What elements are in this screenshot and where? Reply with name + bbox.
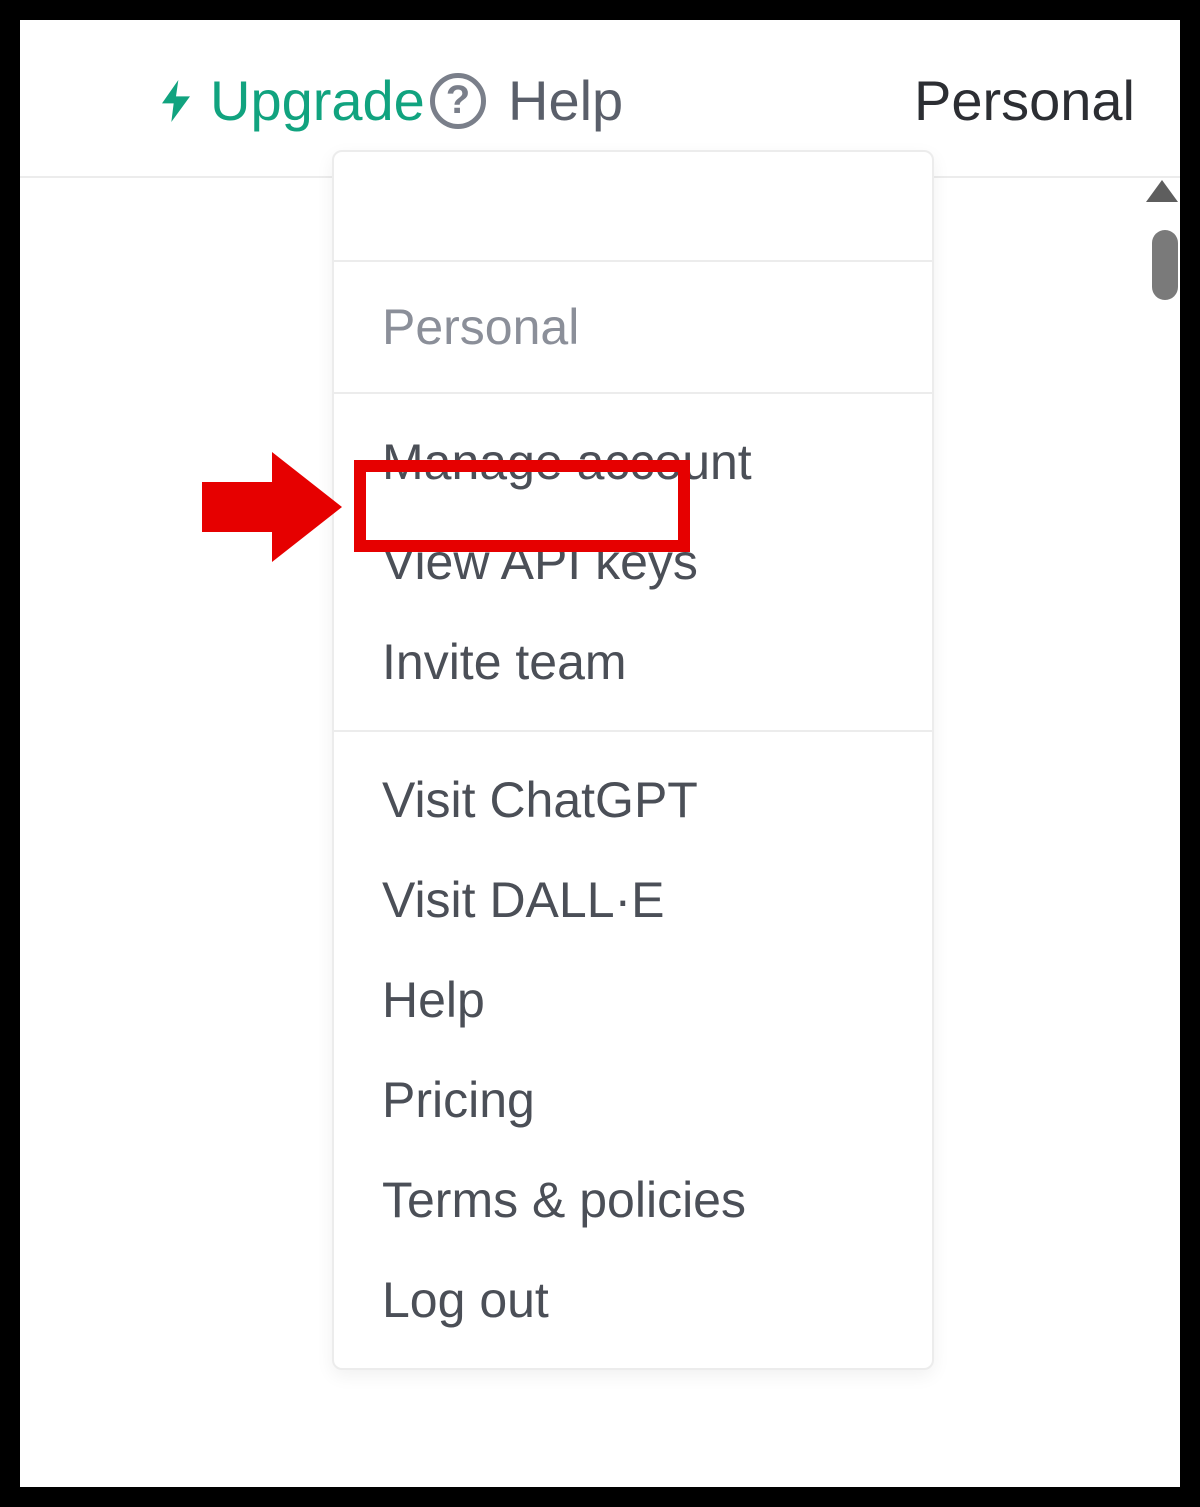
menu-item-invite-team[interactable]: Invite team [334, 612, 932, 712]
account-dropdown: Personal Manage account View API keys In… [332, 150, 934, 1370]
upgrade-link[interactable]: Upgrade [160, 68, 425, 133]
menu-item-manage-account[interactable]: Manage account [334, 412, 932, 512]
screenshot-frame: Upgrade ? Help Personal Personal Manage … [0, 0, 1200, 1507]
menu-item-view-api-keys[interactable]: View API keys [334, 512, 932, 612]
menu-group-links: Visit ChatGPT Visit DALL·E Help Pricing … [334, 732, 932, 1368]
help-label: Help [508, 68, 623, 133]
upgrade-label: Upgrade [210, 68, 425, 133]
personal-menu-trigger[interactable]: Personal [914, 68, 1135, 133]
help-icon: ? [430, 73, 486, 129]
bolt-icon [160, 77, 192, 125]
menu-group-account: Manage account View API keys Invite team [334, 394, 932, 732]
scrollbar-thumb[interactable] [1152, 230, 1178, 300]
menu-item-visit-chatgpt[interactable]: Visit ChatGPT [334, 750, 932, 850]
help-link[interactable]: ? Help [430, 68, 623, 133]
scrollbar-up-arrow-icon[interactable] [1146, 180, 1178, 202]
annotation-arrow-icon [202, 452, 342, 562]
personal-label: Personal [914, 69, 1135, 132]
menu-item-help[interactable]: Help [334, 950, 932, 1050]
menu-item-terms[interactable]: Terms & policies [334, 1150, 932, 1250]
dropdown-spacer [334, 152, 932, 262]
dropdown-title: Personal [334, 262, 932, 394]
menu-item-logout[interactable]: Log out [334, 1250, 932, 1350]
menu-item-visit-dalle[interactable]: Visit DALL·E [334, 850, 932, 950]
menu-item-pricing[interactable]: Pricing [334, 1050, 932, 1150]
